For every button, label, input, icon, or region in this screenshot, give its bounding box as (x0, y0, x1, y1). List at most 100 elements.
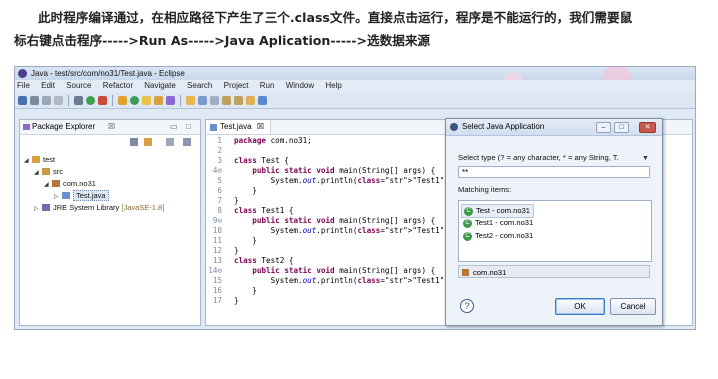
select-java-application-dialog: Select Java Application – □ ✕ Select typ… (445, 118, 663, 326)
run-icon[interactable] (86, 95, 95, 105)
code-line[interactable]: 16 } (206, 286, 257, 296)
toolbar-separator (112, 94, 113, 106)
collapse-all-icon[interactable] (130, 138, 138, 146)
code-line[interactable]: 3 class Test { (206, 156, 288, 166)
code-line[interactable]: 17} (206, 296, 239, 306)
close-icon[interactable]: ☒ (257, 122, 264, 131)
code-line[interactable]: 6 } (206, 186, 256, 196)
forward-icon[interactable] (258, 95, 267, 105)
back-icon[interactable] (246, 95, 255, 105)
line-number: 7 (217, 196, 222, 205)
view-menu-icon[interactable] (166, 138, 174, 146)
matching-items-list: C Test - com.no31 C Test1 - com.no31 C Test… (458, 200, 652, 262)
line-number: 12 (212, 246, 222, 255)
code-line[interactable]: 2 (206, 146, 234, 156)
expand-triangle-icon[interactable]: ◢ (24, 156, 32, 167)
code-line[interactable]: 12} (206, 246, 239, 256)
previous-annotation-icon[interactable] (234, 95, 243, 105)
maximize-button[interactable]: □ (614, 122, 629, 133)
menu-source[interactable]: Source (66, 81, 91, 90)
window-titlebar: Java - test/src/com/no31/Test.java - Ecl… (15, 67, 695, 107)
tree-item-file[interactable]: ▷ Test.java (54, 190, 109, 201)
list-item-label: Test2 - com.no31 (475, 231, 534, 240)
chevron-down-icon[interactable] (183, 138, 191, 146)
new-icon[interactable] (18, 95, 27, 105)
minimize-icon[interactable]: ▭ (170, 120, 178, 134)
close-button[interactable]: ✕ (639, 122, 656, 133)
code-line[interactable]: 7} (206, 196, 238, 206)
link-with-editor-icon[interactable] (144, 138, 152, 146)
line-number: 6 (217, 186, 222, 195)
package-explorer-icon (23, 124, 30, 130)
cancel-button[interactable]: Cancel (610, 298, 656, 315)
help-icon[interactable]: ? (460, 299, 474, 313)
menu-help[interactable]: Help (325, 81, 341, 90)
list-item-test2[interactable]: C Test2 - com.no31 (461, 230, 536, 242)
debug-icon[interactable] (74, 95, 83, 105)
expand-triangle-icon[interactable]: ◢ (34, 168, 42, 179)
code-line[interactable]: 5 System.out.println(class="str">"Test1"… (206, 176, 453, 186)
menu-project[interactable]: Project (224, 81, 249, 90)
open-type-icon[interactable] (142, 95, 151, 105)
code-text: public static void main(String[] args) { (252, 166, 436, 175)
package-icon (462, 269, 469, 276)
code-line[interactable]: 1 package com.no31; (206, 136, 311, 146)
line-number: 9⊖ (212, 216, 222, 225)
code-line[interactable]: 9⊖ public static void main(String[] args… (206, 216, 435, 226)
line-number: 13 (212, 256, 222, 265)
code-line[interactable]: 15 System.out.println(class="str">"Test1… (206, 276, 454, 286)
tree-item-project[interactable]: ◢ test (24, 154, 55, 165)
menu-run[interactable]: Run (260, 81, 275, 90)
maximize-icon[interactable]: □ (186, 120, 191, 134)
matching-items-label: Matching items: (458, 185, 512, 194)
editor-tab-test-java[interactable]: Test.java ☒ (206, 120, 271, 134)
minimize-button[interactable]: – (596, 122, 611, 133)
open-folder-icon[interactable] (154, 95, 163, 105)
save-all-icon[interactable] (42, 95, 51, 105)
code-line[interactable]: 4⊖ public static void main(String[] args… (206, 166, 435, 176)
new-class-icon[interactable] (130, 95, 139, 105)
ok-button[interactable]: OK (555, 298, 605, 315)
code-line[interactable]: 11 } (206, 236, 257, 246)
menu-window[interactable]: Window (286, 81, 314, 90)
collapse-triangle-icon[interactable]: ▷ (34, 204, 42, 215)
list-item-test1[interactable]: C Test1 - com.no31 (461, 217, 536, 229)
highlight-icon[interactable] (186, 95, 195, 105)
line-number: 17 (212, 296, 222, 305)
save-icon[interactable] (30, 95, 39, 105)
tree-item-package[interactable]: ◢ com.no31 (44, 178, 96, 189)
tree-label: Test.java (73, 190, 109, 201)
menu-refactor[interactable]: Refactor (103, 81, 133, 90)
new-package-icon[interactable] (118, 95, 127, 105)
menu-navigate[interactable]: Navigate (144, 81, 176, 90)
toggle-mark-icon[interactable] (198, 95, 207, 105)
code-text: System.out.println(class="str">"Test1"); (234, 276, 454, 285)
package-explorer-tab[interactable]: Package Explorer ☒ ▭ □ (20, 120, 200, 135)
menu-edit[interactable]: Edit (41, 81, 55, 90)
tree-item-src[interactable]: ◢ src (34, 166, 63, 177)
search-icon[interactable] (166, 95, 175, 105)
next-annotation-icon[interactable] (222, 95, 231, 105)
main-class-icon: C (463, 219, 472, 228)
code-line[interactable]: 10 System.out.println(class="str">"Test1… (206, 226, 454, 236)
list-item-label: Test1 - com.no31 (475, 218, 534, 227)
code-line[interactable]: 8 class Test1 { (206, 206, 293, 216)
code-line[interactable]: 13 class Test2 { (206, 256, 294, 266)
list-item-test[interactable]: C Test - com.no31 (461, 204, 535, 218)
tree-item-jre[interactable]: ▷ JRE System Library [JavaSE-1.8] (34, 202, 164, 213)
menu-file[interactable]: File (17, 81, 30, 90)
window-title: Java - test/src/com/no31/Test.java - Ecl… (31, 69, 185, 78)
print-icon[interactable] (54, 95, 63, 105)
type-filter-input[interactable]: ** (458, 166, 650, 178)
menu-search[interactable]: Search (187, 81, 212, 90)
code-text: public static void main(String[] args) { (252, 216, 436, 225)
show-whitespace-icon[interactable] (210, 95, 219, 105)
chevron-down-icon[interactable]: ▼ (642, 155, 649, 162)
code-text: } (234, 296, 239, 305)
external-tools-icon[interactable] (98, 95, 107, 105)
java-file-icon (210, 124, 217, 131)
code-line[interactable]: 14⊖ public static void main(String[] arg… (206, 266, 435, 276)
package-explorer-label: Package Explorer (32, 122, 96, 131)
close-icon[interactable]: ☒ (108, 120, 115, 134)
expand-triangle-icon[interactable]: ◢ (44, 180, 52, 191)
